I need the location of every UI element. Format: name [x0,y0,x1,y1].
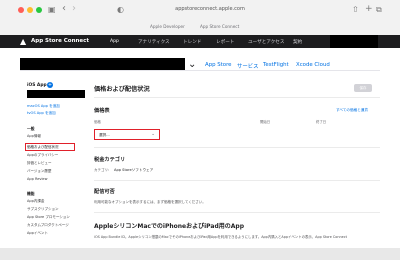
nav-trends[interactable]: トレンド [183,39,201,45]
section-divider [94,180,380,181]
column-header-end-date: 終了日 [316,120,327,124]
tax-category-value[interactable]: App Storeソフトウェア [114,168,153,173]
availability-text: 利用可能なオプションを表示するには、まず価格を選択してください。 [94,200,206,204]
sidebar-item-in-app-purchases[interactable]: App内課金 [27,199,44,204]
app-switcher-chevron-icon[interactable]: ⌄ [188,60,196,70]
minimize-window-button[interactable] [27,7,33,13]
tax-category-label: カテゴリ: [94,168,110,172]
sidebar-toggle-icon[interactable]: ▣ [48,5,56,15]
version-redacted [27,90,85,98]
share-icon[interactable]: ⇧ [352,5,359,15]
sidebar-item-subscriptions[interactable]: サブスクリプション [27,207,59,212]
sidebar-add-tvos-link[interactable]: tvOS App を追加 [27,111,56,116]
save-button[interactable]: 保存 [354,84,372,92]
app-title[interactable]: App Store Connect [31,38,89,44]
privacy-shield-icon[interactable]: ◐ [117,5,124,15]
sidebar-item-app-privacy[interactable]: Appのプライバシー [27,153,58,158]
mac-apps-title: AppleシリコンMacでのiPhoneおよびiPad用のApp [94,223,244,230]
browser-tab-app-store-connect[interactable]: App Store Connect [200,24,239,29]
nav-users-access[interactable]: ユーザとアクセス [248,39,284,45]
tab-overview-icon[interactable]: ⧉ [376,5,382,15]
page-title: 価格および配信状況 [94,86,150,93]
nav-app[interactable]: App [110,39,119,44]
user-menu-redacted[interactable] [330,35,378,48]
sidebar-item-app-info[interactable]: App情報 [27,134,41,139]
section-divider [94,147,380,148]
tab-xcode-cloud[interactable]: Xcode Cloud [296,62,330,68]
sidebar-add-macos-link[interactable]: macOS App を追加 [27,104,60,109]
address-bar[interactable]: appstoreconnect.apple.com [140,6,280,12]
tab-app-store[interactable]: App Store [205,62,232,68]
column-header-start-date: 開始日 [260,120,271,124]
price-schedule-title: 価格表 [94,108,110,114]
sidebar-item-app-store-promotions[interactable]: App Store プロモーション [27,215,70,220]
sidebar-item-custom-product-pages[interactable]: カスタムプロダクトページ [27,223,69,228]
back-icon[interactable]: ‹ [62,4,66,14]
nav-agreements[interactable]: 契約 [293,39,302,45]
browser-toolbar: ▣ ‹ › ◐ appstoreconnect.apple.com ⇧ + ⧉ … [0,0,400,36]
new-tab-icon[interactable]: + [365,4,373,14]
forward-icon[interactable]: › [72,4,76,14]
nav-reports[interactable]: レポート [216,39,234,45]
section-divider [94,212,380,213]
app-store-connect-logo-icon: ▲ [20,37,27,46]
header-divider [20,70,380,71]
nav-analytics[interactable]: アナリティクス [138,39,170,45]
tab-services[interactable]: サービス [237,62,259,70]
tab-testflight[interactable]: TestFlight [263,62,289,68]
all-prices-link[interactable]: すべての価格と通貨 [336,108,368,113]
sidebar-item-app-review[interactable]: App Review [27,177,47,181]
price-select-value: 選択... [99,133,110,137]
sidebar-general-header: 一般 [27,126,35,131]
title-divider [94,97,380,98]
tax-category-title: 税金カテゴリ [94,157,126,163]
browser-tab-apple-developer[interactable]: Apple Developer [150,24,185,29]
app-header: ▲ App Store Connect App アナリティクス トレンド レポー… [0,35,400,48]
sidebar-item-app-events[interactable]: Appイベント [27,231,48,236]
availability-title: 配信可否 [94,189,115,195]
column-header-price: 価格 [94,120,101,124]
sidebar-item-ratings-reviews[interactable]: 評価とレビュー [27,161,52,166]
close-window-button[interactable] [18,7,24,13]
mac-apps-description: iOS App Bundle ID。Appleシリコン搭載のMacでそのiPho… [94,235,347,239]
chevron-down-icon: ⌄ [151,132,155,137]
sidebar-platform-title: iOS App [27,83,47,88]
browser-tab-strip: Apple Developer App Store Connect [0,20,400,34]
maximize-window-button[interactable] [36,7,42,13]
window-bottom-frame [0,248,400,260]
add-platform-icon[interactable]: + [47,82,53,88]
sidebar-features-header: 機能 [27,191,35,196]
sidebar-item-version-history[interactable]: バージョン履歴 [27,169,51,174]
selected-sidebar-highlight [25,143,75,151]
app-name-redacted [20,58,185,70]
price-select[interactable]: 選択... ⌄ [94,129,160,140]
